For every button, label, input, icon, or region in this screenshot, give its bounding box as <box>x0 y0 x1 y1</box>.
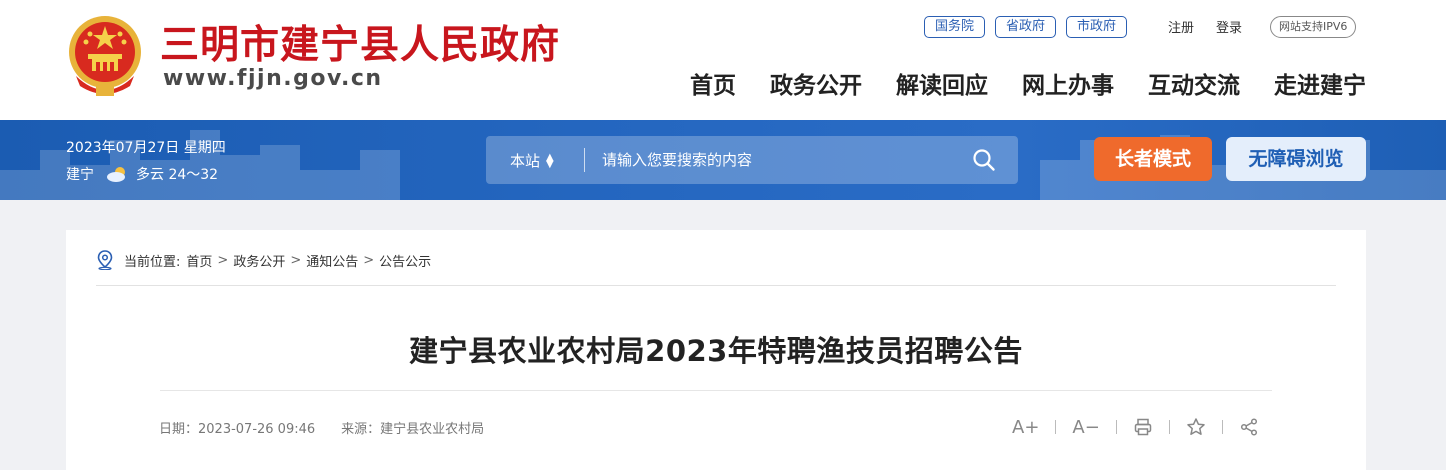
register-link[interactable]: 注册 <box>1168 17 1194 36</box>
breadcrumb-gov-affairs[interactable]: 政务公开 <box>233 251 285 270</box>
link-province-gov[interactable]: 省政府 <box>995 16 1057 38</box>
search-scope-label: 本站 <box>510 152 541 170</box>
tool-separator <box>1055 420 1057 434</box>
nav-gov-affairs[interactable]: 政务公开 <box>770 66 862 100</box>
breadcrumb-announcements[interactable]: 公告公示 <box>379 251 431 270</box>
breadcrumb-home[interactable]: 首页 <box>186 251 212 270</box>
breadcrumb-label: 当前位置: <box>124 254 181 270</box>
breadcrumb-divider <box>96 285 1336 286</box>
location-pin-icon <box>97 250 113 270</box>
national-emblem-icon <box>69 16 141 96</box>
login-link[interactable]: 登录 <box>1216 17 1242 36</box>
font-increase-button[interactable]: A+ <box>1012 414 1039 440</box>
weather-info: 建宁 多云 24～32 <box>66 164 218 184</box>
breadcrumb-separator: > <box>363 252 375 268</box>
elder-mode-button[interactable]: 长者模式 <box>1094 137 1212 181</box>
search-icon[interactable] <box>972 148 996 172</box>
site-name[interactable]: 三明市建宁县人民政府 <box>160 14 560 70</box>
tool-separator <box>1168 420 1170 434</box>
blue-banner: 2023年07月27日 星期四 建宁 多云 24～32 本站 ▲▼ 长者模式 无… <box>0 120 1446 200</box>
breadcrumb-separator: > <box>290 252 302 268</box>
weather-text: 多云 24～32 <box>136 167 219 183</box>
main-nav: 首页 政务公开 解读回应 网上办事 互动交流 走进建宁 <box>656 66 1366 100</box>
publish-date: 日期：2023-07-26 09:46 <box>159 422 316 437</box>
nav-about-jianning[interactable]: 走进建宁 <box>1274 66 1366 100</box>
article-source: 来源：建宁县农业农村局 <box>341 422 485 437</box>
sort-arrows-icon: ▲ ▼ <box>546 151 554 170</box>
article-tools: A+ A− <box>1012 414 1259 440</box>
nav-online-services[interactable]: 网上办事 <box>1022 66 1114 100</box>
nav-interaction[interactable]: 互动交流 <box>1148 66 1240 100</box>
title-divider <box>160 390 1272 391</box>
tool-separator <box>1221 420 1223 434</box>
top-links: 国务院 省政府 市政府 <box>924 16 1137 38</box>
star-icon <box>1187 418 1205 435</box>
site-header: 三明市建宁县人民政府 www.fjjn.gov.cn 国务院 省政府 市政府 注… <box>0 0 1446 120</box>
article-card: 当前位置: 首页 > 政务公开 > 通知公告 > 公告公示 建宁县农业农村局20… <box>66 230 1366 470</box>
breadcrumb: 当前位置: 首页 > 政务公开 > 通知公告 > 公告公示 <box>96 250 431 270</box>
print-button[interactable] <box>1133 414 1153 440</box>
cloudy-weather-icon <box>107 167 125 182</box>
font-decrease-button[interactable]: A− <box>1072 414 1099 440</box>
nav-interpretation[interactable]: 解读回应 <box>896 66 988 100</box>
search-input[interactable] <box>602 146 942 174</box>
nav-home[interactable]: 首页 <box>690 66 736 100</box>
search-bar: 本站 ▲ ▼ <box>486 136 1018 184</box>
breadcrumb-separator: > <box>217 252 229 268</box>
article-title: 建宁县农业农村局2023年特聘渔技员招聘公告 <box>409 334 1023 368</box>
city-name: 建宁 <box>66 167 94 183</box>
current-date: 2023年07月27日 星期四 <box>66 140 226 156</box>
site-url: www.fjjn.gov.cn <box>163 66 383 91</box>
favorite-button[interactable] <box>1186 414 1206 440</box>
search-divider <box>584 148 585 172</box>
search-scope-select[interactable]: 本站 ▲ ▼ <box>510 150 554 171</box>
share-icon <box>1240 418 1257 436</box>
link-city-gov[interactable]: 市政府 <box>1066 16 1128 38</box>
breadcrumb-notices[interactable]: 通知公告 <box>306 251 358 270</box>
share-button[interactable] <box>1239 414 1259 440</box>
ipv6-badge: 网站支持IPV6 <box>1270 16 1357 38</box>
accessible-browse-button[interactable]: 无障碍浏览 <box>1226 137 1366 181</box>
tool-separator <box>1115 420 1117 434</box>
link-state-council[interactable]: 国务院 <box>924 16 986 38</box>
printer-icon <box>1134 418 1152 436</box>
article-meta: 日期：2023-07-26 09:46 来源：建宁县农业农村局 <box>159 418 484 437</box>
